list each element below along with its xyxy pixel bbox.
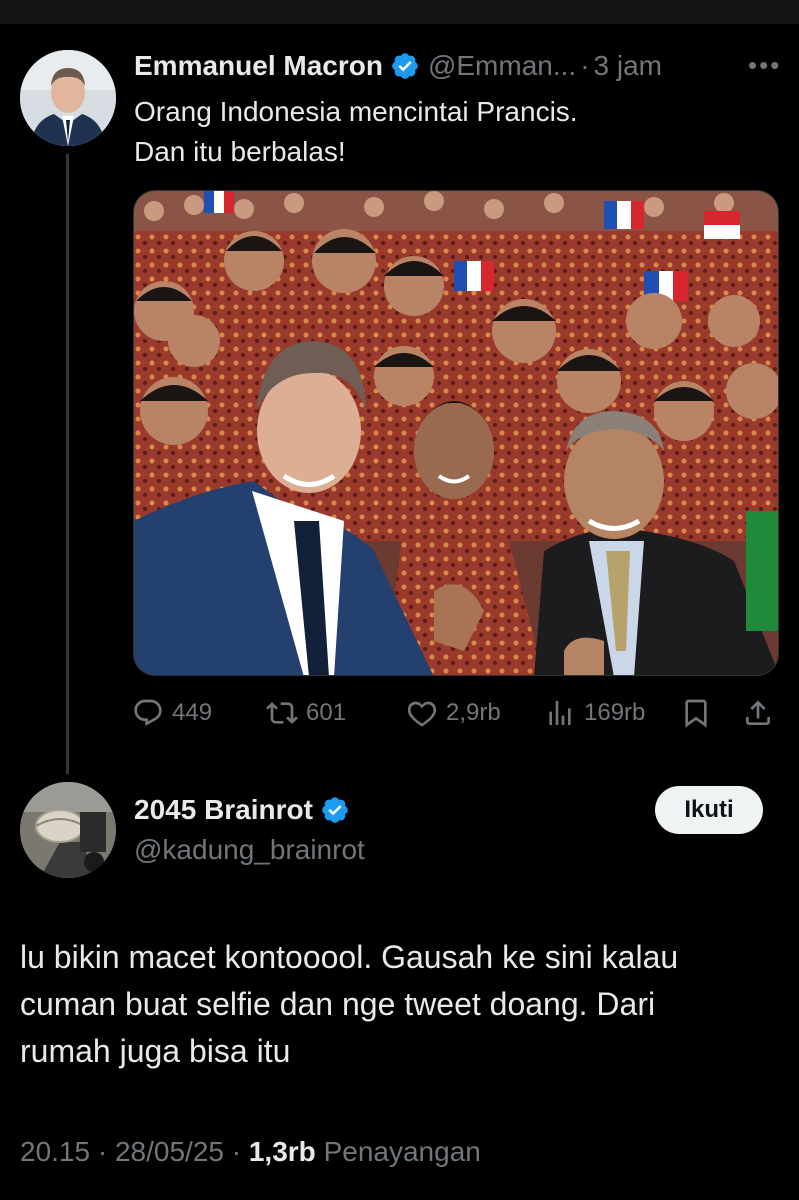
tweet-text: Orang Indonesia mencintai Prancis. Dan i…: [134, 92, 578, 172]
more-dots-icon[interactable]: •••: [748, 50, 781, 81]
tweet-time[interactable]: 20.15: [20, 1136, 90, 1167]
author-name[interactable]: 2045 Brainrot: [134, 794, 313, 826]
tweet-text-line: Dan itu berbalas!: [134, 136, 346, 167]
bookmark-icon: [685, 699, 707, 728]
selfie-photo-illustration: [134, 191, 778, 675]
avatar[interactable]: [20, 782, 116, 878]
bookmark-action[interactable]: [680, 693, 720, 733]
header-separator: ·: [580, 50, 590, 81]
meta-separator: ·: [97, 1136, 115, 1167]
verified-badge-icon: [390, 51, 420, 81]
views-count: 169rb: [584, 699, 646, 726]
author-handle[interactable]: @kadung_brainrot: [134, 834, 365, 866]
author-handle[interactable]: @Emman...: [428, 50, 576, 82]
tweet-actions-bar: 449 601 2,9rb 169rb: [132, 693, 778, 733]
tweet-date[interactable]: 28/05/25: [115, 1136, 224, 1167]
follow-button[interactable]: Ikuti: [655, 786, 763, 834]
author-name[interactable]: Emmanuel Macron: [134, 50, 383, 82]
repost-count: 601: [306, 699, 347, 726]
tweet-text-line: lu bikin macet kontooool. Gausah ke sini…: [20, 939, 679, 975]
views-label: Penayangan: [323, 1136, 481, 1167]
verified-badge-icon: [320, 795, 350, 825]
like-count: 2,9rb: [446, 699, 501, 726]
views-bars-icon: [549, 701, 571, 725]
views-count: 1,3rb: [248, 1136, 316, 1167]
reply-count: 449: [172, 699, 213, 726]
views-action[interactable]: 169rb: [544, 693, 645, 733]
repost-icon: [266, 702, 298, 724]
status-bar-strip: [0, 0, 799, 24]
thread-connector-line: [66, 154, 69, 774]
heart-icon: [407, 701, 437, 727]
tweet-text: lu bikin macet kontooool. Gausah ke sini…: [20, 934, 790, 1075]
tweet-text-line: Orang Indonesia mencintai Prancis.: [134, 96, 578, 127]
avatar-image: [20, 782, 116, 878]
tweet-header: Emmanuel Macron @Emman... · 3 jam: [134, 46, 662, 86]
reply-bubble-icon: [134, 699, 162, 726]
meta-separator: ·: [231, 1136, 249, 1167]
tweet-text-line: cuman buat selfie dan nge tweet doang. D…: [20, 986, 656, 1022]
tweet-time[interactable]: 3 jam: [594, 50, 662, 82]
tweet-text-line: rumah juga bisa itu: [20, 1033, 291, 1069]
tweet-photo[interactable]: [133, 190, 779, 676]
like-action[interactable]: 2,9rb: [406, 693, 501, 733]
avatar[interactable]: [20, 50, 116, 146]
share-action[interactable]: [742, 693, 782, 733]
tweet-meta: 20.15 · 28/05/25 · 1,3rb Penayangan: [20, 1136, 481, 1168]
reply-header: 2045 Brainrot: [134, 790, 350, 830]
reply-action[interactable]: 449: [132, 693, 212, 733]
share-icon: [746, 700, 770, 725]
avatar-image: [20, 50, 116, 146]
repost-action[interactable]: 601: [266, 693, 346, 733]
